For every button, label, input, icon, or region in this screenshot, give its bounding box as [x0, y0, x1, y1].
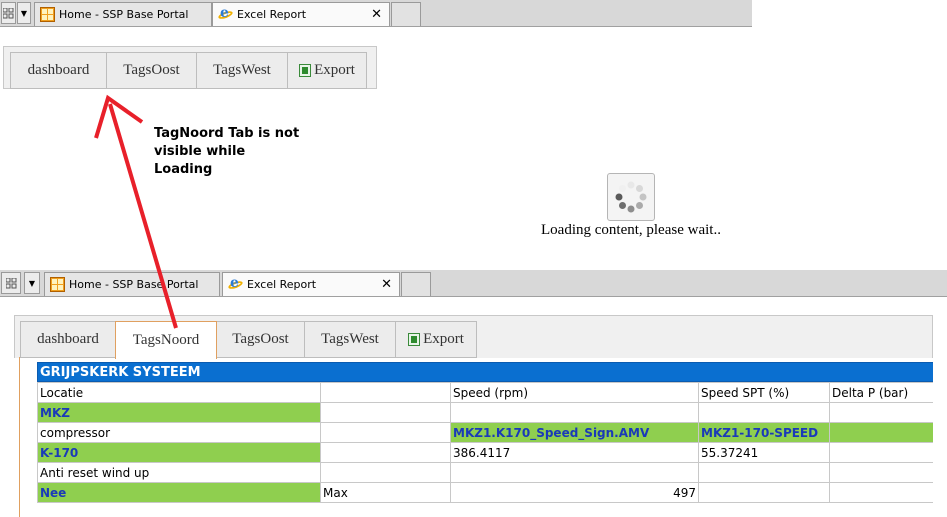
- tab-tagswest[interactable]: TagsWest: [304, 321, 396, 358]
- tab-export[interactable]: Export: [287, 52, 367, 89]
- table-cell: [698, 462, 830, 483]
- grid-icon: [5, 277, 16, 288]
- table-row: compressor MKZ1.K170_Speed_Sign.AMV MKZ1…: [37, 422, 933, 443]
- excel-icon: [299, 64, 312, 77]
- browser-tab-label: Excel Report: [237, 8, 307, 21]
- table-row: MKZ: [37, 402, 933, 423]
- table-row: Nee Max 497: [37, 482, 933, 503]
- browser-tab-label: Home - SSP Base Portal: [59, 8, 189, 21]
- new-tab-button[interactable]: [391, 2, 421, 26]
- table-cell: [698, 482, 830, 503]
- tab-label: Export: [423, 331, 464, 347]
- portal-favicon-icon: [40, 7, 55, 22]
- table-cell: 497: [450, 482, 699, 503]
- tab-tagsnoord[interactable]: TagsNoord: [115, 321, 217, 359]
- browser-tab-home[interactable]: Home - SSP Base Portal: [44, 272, 220, 296]
- tab-list-dropdown[interactable]: ▼: [24, 272, 40, 294]
- ie-favicon-icon: e: [227, 275, 244, 292]
- chevron-down-icon: ▼: [28, 278, 36, 288]
- table-row: Anti reset wind up: [37, 462, 933, 483]
- app-tab-bar-loading: dashboard TagsOost TagsWest Export: [3, 46, 377, 89]
- browser-tab-excel-report[interactable]: e Excel Report ✕: [222, 272, 400, 296]
- browser-tab-label: Home - SSP Base Portal: [69, 278, 199, 291]
- table-cell: [320, 422, 451, 443]
- table-cell: MKZ1-170-SPEED: [698, 422, 830, 443]
- spinner-icon: [615, 181, 647, 213]
- close-icon[interactable]: ✕: [381, 277, 392, 292]
- report-table: Locatie Speed (rpm) Speed SPT (%) Delta …: [37, 382, 933, 503]
- table-cell: [320, 462, 451, 483]
- report-panel: GRIJPSKERK SYSTEEM Locatie Speed (rpm) S…: [19, 357, 933, 517]
- tab-label: dashboard: [37, 331, 99, 347]
- tab-export[interactable]: Export: [395, 321, 477, 358]
- table-cell: [829, 422, 933, 443]
- table-cell: [450, 462, 699, 483]
- annotation-text: TagNoord Tab is not visible while Loadin…: [154, 126, 300, 177]
- header-cell: [320, 382, 451, 403]
- table-cell: [829, 402, 933, 423]
- browser-tab-excel-report[interactable]: e Excel Report ✕: [212, 2, 390, 26]
- table-cell: [829, 482, 933, 503]
- table-cell: [829, 442, 933, 463]
- portal-favicon-icon: [50, 277, 65, 292]
- close-icon[interactable]: ✕: [371, 7, 382, 22]
- table-row: K-170 386.4117 55.37241: [37, 442, 933, 463]
- header-cell: Speed (rpm): [450, 382, 699, 403]
- table-cell: [829, 462, 933, 483]
- browser-tab-home[interactable]: Home - SSP Base Portal: [34, 2, 212, 26]
- tab-dashboard[interactable]: dashboard: [10, 52, 107, 89]
- loading-spinner: [607, 173, 655, 221]
- tab-tagsoost[interactable]: TagsOost: [216, 321, 305, 358]
- tab-tagswest[interactable]: TagsWest: [196, 52, 288, 89]
- app-tab-bar-loaded: dashboard TagsNoord TagsOost TagsWest Ex…: [14, 315, 933, 359]
- ie-favicon-icon: e: [217, 5, 234, 22]
- table-cell: 55.37241: [698, 442, 830, 463]
- table-cell: [320, 442, 451, 463]
- tab-dashboard[interactable]: dashboard: [20, 321, 116, 358]
- report-title: GRIJPSKERK SYSTEEM: [37, 362, 933, 382]
- table-cell: Max: [320, 482, 451, 503]
- loading-message: Loading content, please wait..: [541, 222, 721, 238]
- table-cell: [450, 402, 699, 423]
- tab-label: TagsWest: [321, 331, 379, 347]
- tab-grid-icon[interactable]: [1, 272, 21, 294]
- tab-label: TagsWest: [213, 62, 271, 78]
- browser-tab-strip-top: ▼ Home - SSP Base Portal e Excel Report …: [0, 0, 752, 27]
- table-cell: [320, 402, 451, 423]
- tab-label: Export: [314, 62, 355, 78]
- browser-tab-strip-bottom: ▼ Home - SSP Base Portal e Excel Report …: [0, 270, 947, 297]
- tab-list-dropdown[interactable]: ▼: [17, 2, 31, 24]
- table-header-row: Locatie Speed (rpm) Speed SPT (%) Delta …: [37, 382, 933, 403]
- table-cell: MKZ: [37, 402, 321, 423]
- tab-label: TagsOost: [123, 62, 180, 78]
- table-cell: MKZ1.K170_Speed_Sign.AMV: [450, 422, 699, 443]
- tab-grid-icon[interactable]: [1, 2, 16, 24]
- table-cell: Nee: [37, 482, 321, 503]
- grid-icon: [3, 7, 14, 18]
- tab-label: dashboard: [27, 62, 90, 78]
- new-tab-button[interactable]: [401, 272, 431, 296]
- excel-icon: [408, 333, 421, 346]
- header-cell: Speed SPT (%): [698, 382, 830, 403]
- table-cell: K-170: [37, 442, 321, 463]
- table-cell: [698, 402, 830, 423]
- table-cell: Anti reset wind up: [37, 462, 321, 483]
- tab-label: TagsOost: [232, 331, 289, 347]
- chevron-down-icon: ▼: [20, 8, 28, 18]
- table-cell: compressor: [37, 422, 321, 443]
- header-cell: Delta P (bar): [829, 382, 933, 403]
- tab-label: TagsNoord: [132, 332, 200, 348]
- tab-tagsoost[interactable]: TagsOost: [106, 52, 197, 89]
- header-cell: Locatie: [37, 382, 321, 403]
- table-cell: 386.4117: [450, 442, 699, 463]
- browser-tab-label: Excel Report: [247, 278, 317, 291]
